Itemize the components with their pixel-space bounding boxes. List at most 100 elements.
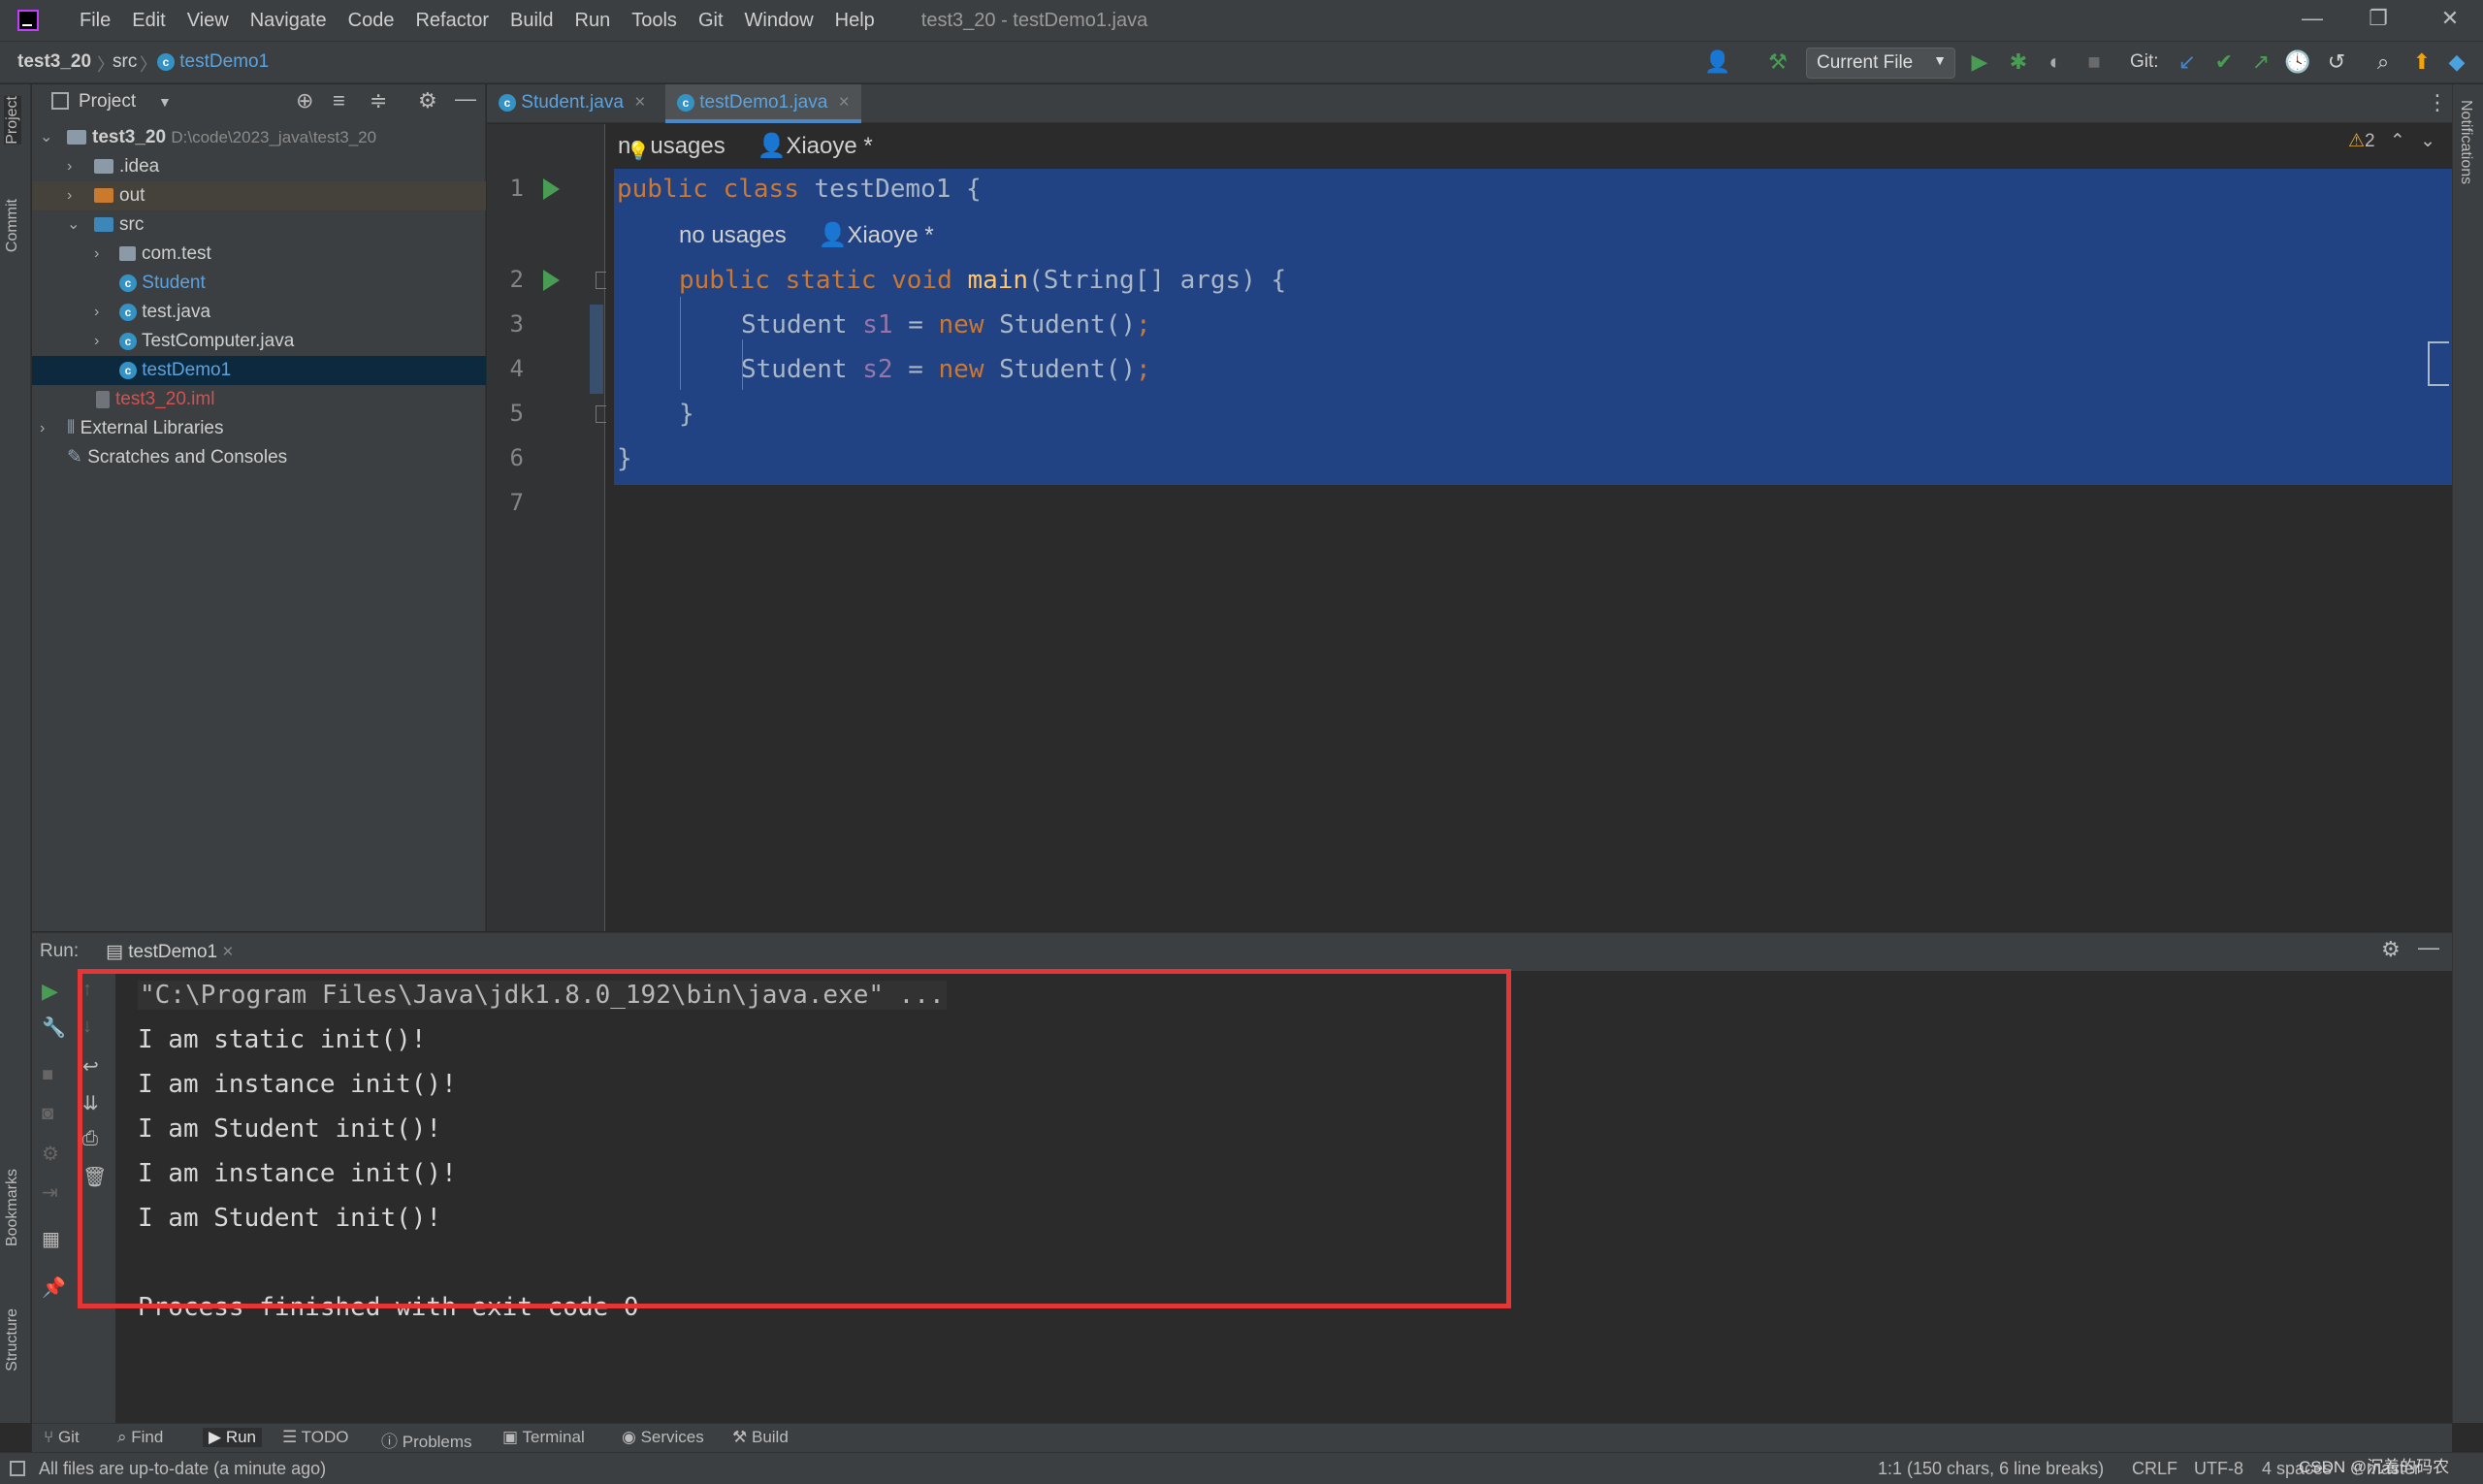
inspection-widget[interactable]: ⚠2 ⌃ ⌄	[2348, 130, 2435, 152]
lightbulb-icon[interactable]: 💡	[628, 142, 649, 162]
bookmarks-tool-tab[interactable]: Bookmarks	[4, 1169, 21, 1246]
tool-find[interactable]: ⌕ Find	[117, 1428, 163, 1447]
close-tab-icon[interactable]: ×	[222, 942, 233, 962]
tab-testdemo1-java[interactable]: c testDemo1.java ×	[665, 84, 861, 123]
tree-item-out[interactable]: › out	[32, 181, 486, 210]
exit-icon[interactable]: ⇥	[42, 1180, 58, 1205]
project-panel-title[interactable]: Project	[79, 91, 136, 113]
rollback-icon[interactable]: ↺	[2322, 49, 2351, 75]
run-gutter-icon[interactable]	[543, 270, 560, 291]
menu-navigate[interactable]: Navigate	[250, 10, 327, 32]
more-options-icon[interactable]: ⋮	[2427, 90, 2448, 115]
tree-item-test-java[interactable]: › c test.java	[32, 298, 486, 327]
caret-position[interactable]: 1:1 (150 chars, 6 line breaks)	[1878, 1459, 2104, 1479]
breadcrumb-src[interactable]: src	[113, 51, 137, 73]
status-message[interactable]: All files are up-to-date (a minute ago)	[39, 1459, 326, 1479]
history-icon[interactable]: 🕓	[2283, 49, 2312, 75]
breadcrumb-project[interactable]: test3_20	[17, 51, 91, 73]
tree-item-idea[interactable]: › .idea	[32, 152, 486, 181]
collapse-all-icon[interactable]: ≑	[370, 88, 387, 113]
menu-tools[interactable]: Tools	[631, 10, 677, 32]
tree-item-project-root[interactable]: ⌄ test3_20 D:\code\2023_java\test3_20	[32, 123, 486, 152]
line-separator[interactable]: CRLF	[2132, 1459, 2177, 1479]
project-tool-tab[interactable]: Project	[4, 96, 21, 145]
tool-run[interactable]: ▶ Run	[203, 1428, 262, 1447]
tool-label: TODO	[301, 1428, 349, 1446]
breadcrumb-file[interactable]: c testDemo1	[157, 51, 269, 73]
search-icon[interactable]: ⌕	[2369, 49, 2398, 75]
coverage-icon[interactable]: ◐	[2041, 49, 2070, 75]
git-update-icon[interactable]: ↙	[2173, 49, 2202, 75]
rerun-icon[interactable]: ▶	[42, 979, 58, 1004]
menu-build[interactable]: Build	[510, 10, 553, 32]
tool-build[interactable]: ⚒ Build	[732, 1428, 789, 1447]
watermark: CSDN @沉着的码农	[2299, 1458, 2450, 1476]
wrench-icon[interactable]: 🔧	[42, 1016, 66, 1040]
chevron-down-icon[interactable]: ▼	[158, 94, 172, 110]
next-highlight-icon[interactable]: ⌄	[2420, 131, 2435, 151]
tree-item-scratches[interactable]: ✎ Scratches and Consoles	[32, 443, 486, 472]
menu-refactor[interactable]: Refactor	[415, 10, 489, 32]
layout-icon[interactable]: ▦	[42, 1227, 60, 1251]
menu-run[interactable]: Run	[575, 10, 611, 32]
run-configuration-select[interactable]: Current File ▼	[1806, 48, 1955, 79]
tool-terminal[interactable]: ▣ Terminal	[502, 1428, 585, 1447]
tree-item-external-libraries[interactable]: › ⦀ External Libraries	[32, 414, 486, 443]
menu-help[interactable]: Help	[835, 10, 875, 32]
locate-icon[interactable]: ⊕	[296, 88, 313, 113]
gear-icon[interactable]: ⚙	[2381, 937, 2401, 962]
file-encoding[interactable]: UTF-8	[2194, 1459, 2243, 1479]
menu-edit[interactable]: Edit	[132, 10, 165, 32]
notifications-tool-tab[interactable]: Notifications	[2457, 100, 2474, 184]
run-tab-testdemo1[interactable]: ▤ testDemo1 ×	[106, 941, 234, 963]
close-tab-icon[interactable]: ×	[839, 92, 850, 113]
stop-icon[interactable]: ■	[42, 1064, 53, 1086]
menu-git[interactable]: Git	[698, 10, 724, 32]
tree-item-iml[interactable]: test3_20.iml	[32, 385, 486, 414]
expand-all-icon[interactable]: ≡	[333, 88, 345, 113]
menu-window[interactable]: Window	[745, 10, 814, 32]
pin-icon[interactable]: 📌	[42, 1275, 66, 1300]
tool-services[interactable]: ◉ Services	[622, 1428, 704, 1447]
account-icon[interactable]: 👤	[1703, 49, 1732, 75]
minimize-button[interactable]: —	[2293, 6, 2332, 31]
menu-file[interactable]: File	[80, 10, 111, 32]
hide-panel-icon[interactable]: —	[2418, 935, 2439, 960]
menu-view[interactable]: View	[187, 10, 229, 32]
usages-hint[interactable]: no usages 👤Xiaoye *	[618, 132, 873, 160]
run-icon[interactable]: ▶	[1965, 49, 1994, 75]
hide-panel-icon[interactable]: —	[455, 86, 476, 112]
restore-button[interactable]: ❐	[2359, 6, 2398, 31]
code-editor[interactable]: no usages 👤Xiaoye * 💡 ⚠2 ⌃ ⌄ public clas…	[606, 124, 2452, 931]
close-button[interactable]: ✕	[2431, 6, 2469, 31]
tab-student-java[interactable]: c Student.java ×	[487, 84, 657, 123]
tool-git[interactable]: ⑂ Git	[44, 1428, 80, 1447]
previous-highlight-icon[interactable]: ⌃	[2390, 131, 2405, 151]
tool-todo[interactable]: ☰ TODO	[282, 1428, 348, 1447]
chevron-down-icon: ▼	[1933, 52, 1947, 68]
tree-item-src[interactable]: ⌄ src	[32, 210, 486, 240]
menu-code[interactable]: Code	[348, 10, 395, 32]
structure-tool-tab[interactable]: Structure	[4, 1308, 21, 1371]
settings-icon[interactable]: ⚙	[42, 1142, 59, 1166]
plugin-icon[interactable]: ◆	[2442, 49, 2471, 75]
tree-item-testdemo1[interactable]: c testDemo1	[32, 356, 486, 385]
stop-icon[interactable]: ■	[2080, 49, 2109, 75]
gear-icon[interactable]: ⚙	[418, 88, 437, 113]
toggle-tool-windows-icon[interactable]	[10, 1461, 25, 1476]
author-label: Xiaoye *	[786, 133, 873, 159]
git-commit-icon[interactable]: ✔	[2209, 49, 2239, 75]
main-usages-hint[interactable]: no usages 👤Xiaoye *	[679, 221, 934, 249]
update-icon[interactable]: ⬆	[2407, 49, 2436, 75]
commit-tool-tab[interactable]: Commit	[4, 199, 21, 252]
debug-icon[interactable]: ✱	[2004, 49, 2033, 75]
tree-item-student[interactable]: c Student	[32, 269, 486, 298]
tool-problems[interactable]: ⓘ Problems	[381, 1428, 472, 1452]
git-push-icon[interactable]: ↗	[2246, 49, 2275, 75]
tree-item-testcomputer[interactable]: › c TestComputer.java	[32, 327, 486, 356]
build-hammer-icon[interactable]: ⚒	[1763, 49, 1792, 75]
tree-item-com-test[interactable]: › com.test	[32, 240, 486, 269]
close-tab-icon[interactable]: ×	[634, 92, 645, 113]
camera-icon[interactable]: ◙	[42, 1103, 53, 1125]
run-gutter-icon[interactable]	[543, 178, 560, 200]
